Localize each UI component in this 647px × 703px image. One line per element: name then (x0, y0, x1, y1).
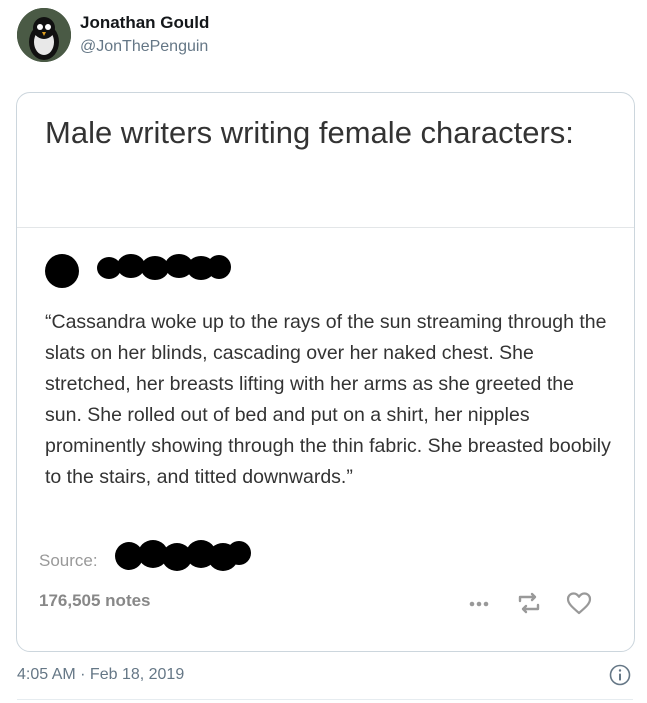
source-label: Source: (39, 551, 98, 570)
tweet-timestamp[interactable]: 4:05 AM · Feb 18, 2019 (17, 666, 184, 684)
heart-icon (566, 592, 592, 615)
more-icon (469, 601, 489, 607)
author-avatar[interactable] (17, 8, 71, 62)
post-title: Male writers writing female characters: (45, 115, 574, 150)
post-actions (464, 588, 604, 618)
redacted-avatar (45, 254, 79, 288)
divider (17, 227, 634, 228)
redacted-source (115, 540, 251, 571)
redacted-username (97, 254, 231, 280)
divider (17, 699, 633, 700)
tweet-header: Jonathan Gould @JonThePenguin (17, 8, 637, 64)
author-handle[interactable]: @JonThePenguin (80, 38, 208, 56)
embedded-image-card[interactable]: Male writers writing female characters: … (16, 92, 635, 652)
info-icon[interactable] (608, 663, 632, 687)
author-name[interactable]: Jonathan Gould (80, 13, 209, 33)
notes-count: 176,505 notes (39, 591, 151, 610)
reblog-icon (518, 592, 540, 614)
post-quote: “Cassandra woke up to the rays of the su… (45, 311, 611, 488)
